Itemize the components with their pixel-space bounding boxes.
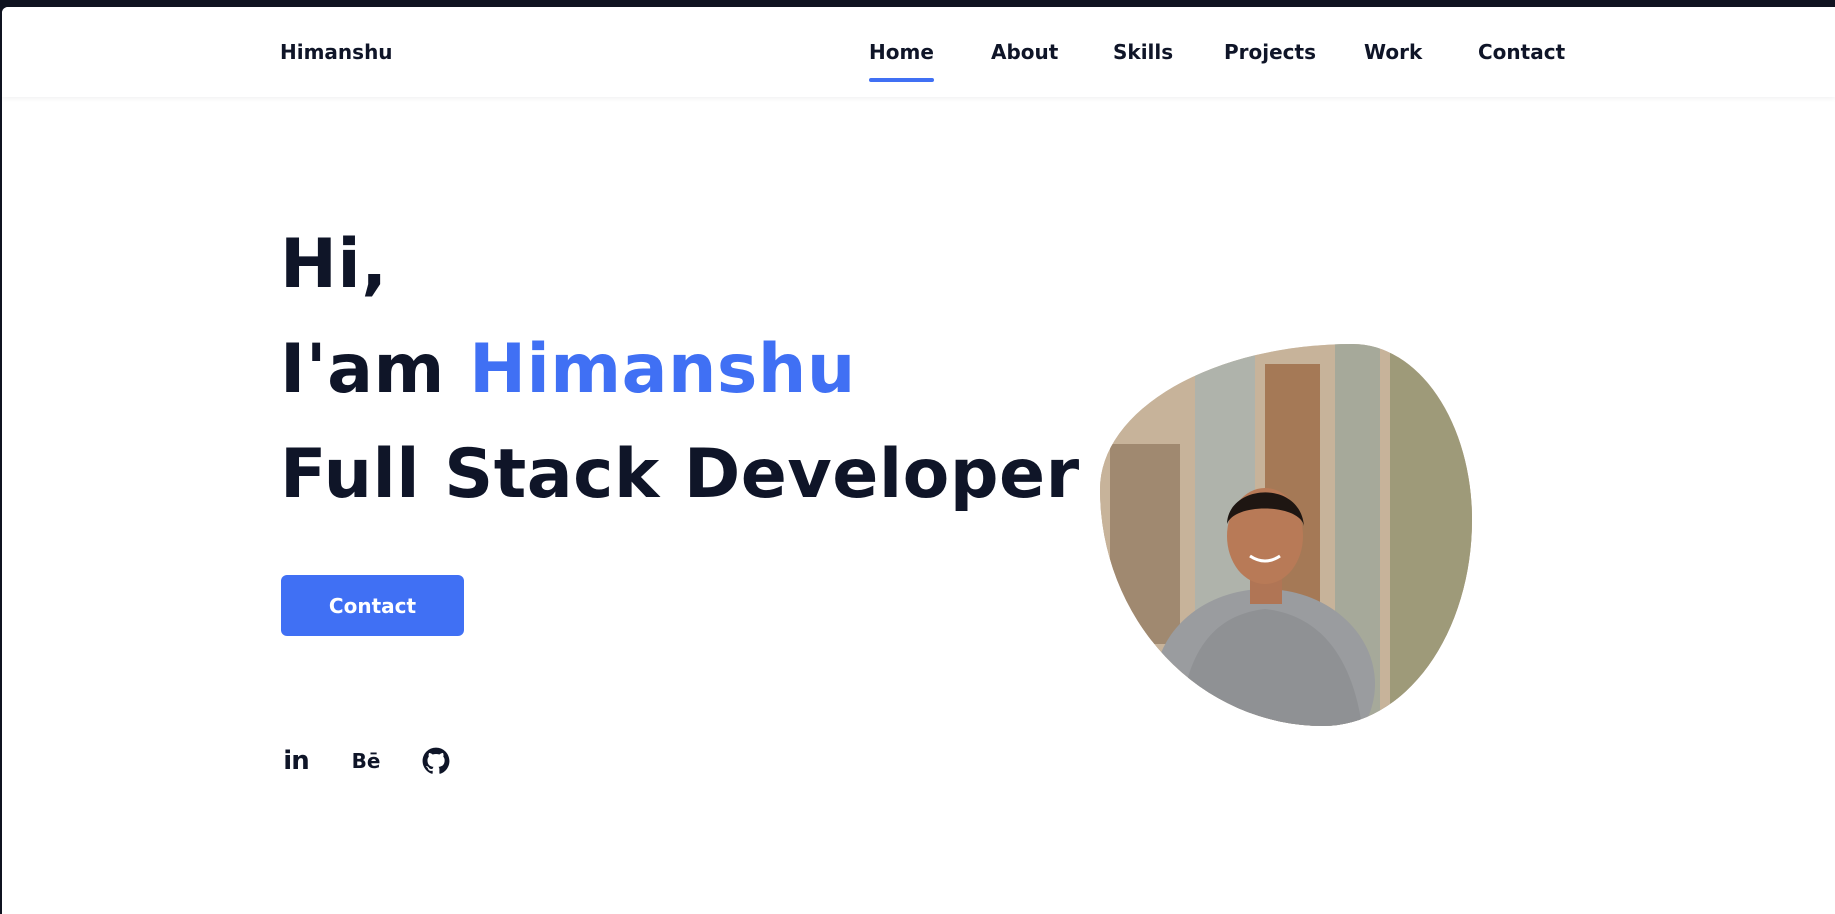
profile-photo-blob bbox=[1100, 344, 1472, 726]
nav-home[interactable]: Home bbox=[869, 40, 934, 82]
github-icon[interactable] bbox=[418, 743, 454, 779]
hero-name: Himanshu bbox=[469, 330, 856, 409]
linkedin-icon[interactable]: in bbox=[278, 743, 314, 779]
hero-intro: I'am Himanshu bbox=[280, 330, 856, 409]
linkedin-icon-text: in bbox=[283, 746, 309, 776]
nav-contact[interactable]: Contact bbox=[1478, 40, 1565, 64]
behance-icon[interactable]: Bē bbox=[348, 743, 384, 779]
page: Himanshu Home About Skills Projects Work… bbox=[2, 7, 1835, 914]
profile-photo bbox=[1100, 344, 1472, 726]
hero-role: Full Stack Developer bbox=[280, 435, 1080, 514]
nav-work[interactable]: Work bbox=[1364, 40, 1422, 64]
behance-icon-text: Bē bbox=[351, 749, 381, 773]
nav-projects[interactable]: Projects bbox=[1224, 40, 1316, 64]
nav-about[interactable]: About bbox=[991, 40, 1058, 64]
hero-greeting: Hi, bbox=[280, 225, 388, 304]
hero-intro-prefix: I'am bbox=[280, 330, 445, 409]
nav-skills[interactable]: Skills bbox=[1113, 40, 1173, 64]
site-header: Himanshu Home About Skills Projects Work… bbox=[2, 7, 1835, 97]
site-logo[interactable]: Himanshu bbox=[280, 40, 393, 64]
contact-button[interactable]: Contact bbox=[281, 575, 464, 636]
profile-portrait-illustration bbox=[1100, 344, 1472, 726]
